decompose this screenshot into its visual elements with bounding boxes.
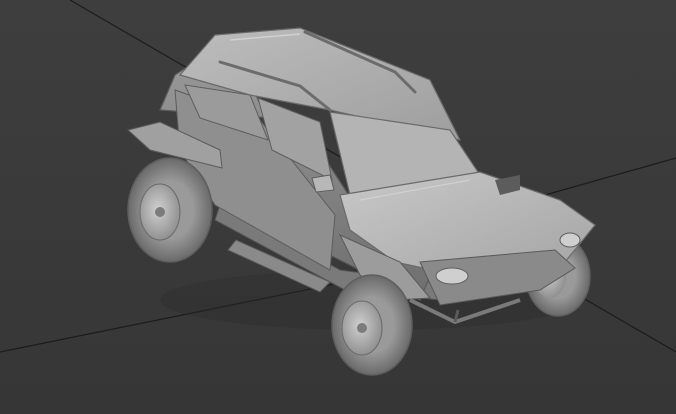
headlight-right	[559, 232, 581, 248]
wheel-rear-left	[127, 157, 213, 263]
render-canvas	[0, 0, 676, 414]
3d-viewport[interactable]	[0, 0, 676, 414]
headlight-left	[435, 267, 469, 285]
wheel-front-left	[331, 274, 413, 376]
side-mirror	[311, 174, 335, 193]
